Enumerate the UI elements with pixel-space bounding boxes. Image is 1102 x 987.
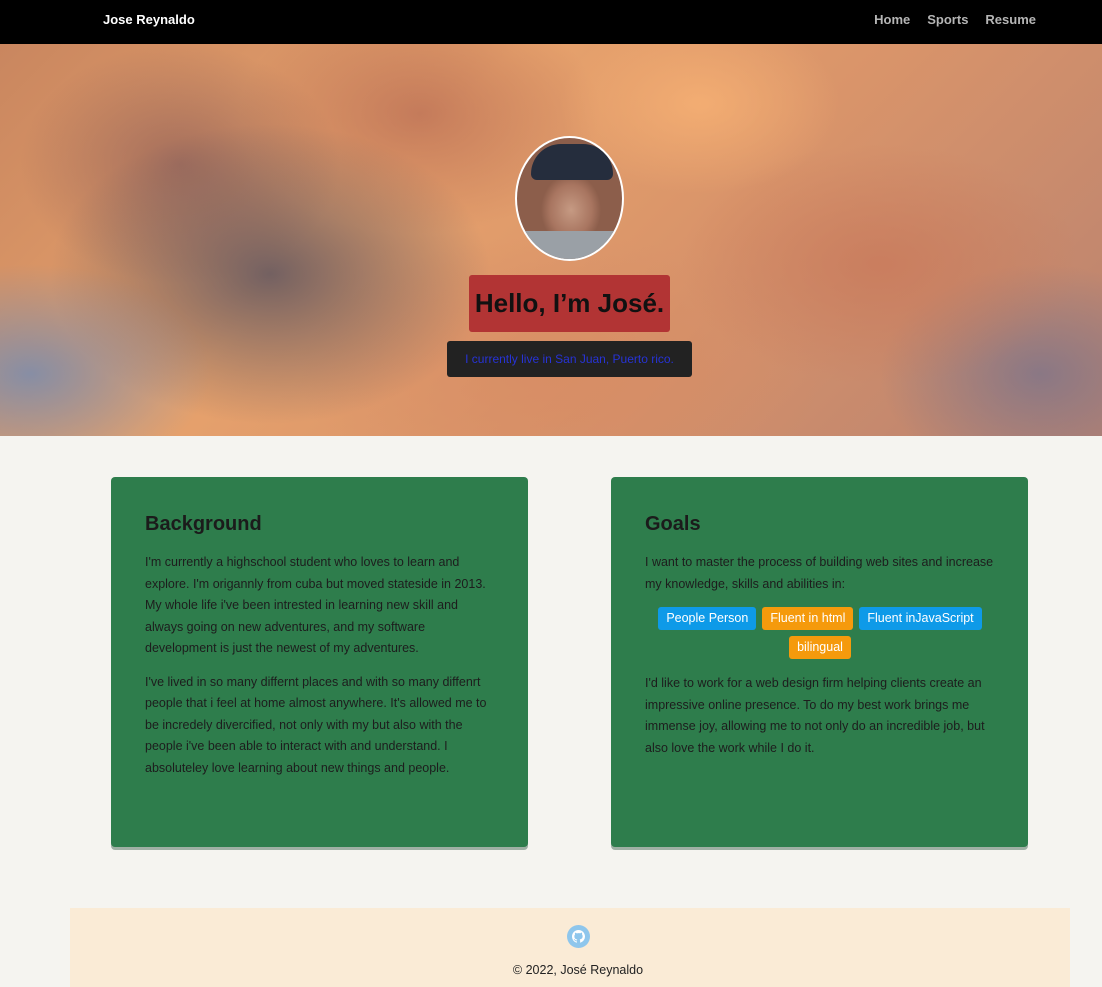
goals-intro: I want to master the process of building… <box>645 555 994 591</box>
profile-avatar <box>515 136 624 261</box>
copyright-text: © 2022, José Reynaldo <box>512 963 644 977</box>
avatar-cap <box>531 144 613 180</box>
goals-card: Goals I want to master the process of bu… <box>611 477 1028 847</box>
skill-badge: Fluent in html <box>762 607 854 630</box>
nav-links: Home Sports Resume <box>874 12 1036 27</box>
background-paragraph-1: I'm currently a highschool student who l… <box>145 555 486 655</box>
background-paragraph-2: I've lived in so many differnt places an… <box>145 674 487 775</box>
skill-badges: People Person Fluent in html Fluent inJa… <box>645 607 995 659</box>
footer: © 2022, José Reynaldo <box>70 908 1070 987</box>
skill-badge: Fluent inJavaScript <box>859 607 982 630</box>
skill-badge: bilingual <box>789 636 851 659</box>
navbar: Jose Reynaldo Home Sports Resume <box>0 0 1102 44</box>
background-heading: Background <box>145 513 262 535</box>
hero-subtitle: I currently live in San Juan, Puerto ric… <box>447 341 692 377</box>
skill-badge: People Person <box>658 607 757 630</box>
brand-link[interactable]: Jose Reynaldo <box>103 12 195 27</box>
nav-link-home[interactable]: Home <box>874 12 910 27</box>
goals-heading: Goals <box>645 513 701 535</box>
background-card: Background I'm currently a highschool st… <box>111 477 528 847</box>
goals-outro: I'd like to work for a web design firm h… <box>645 676 985 755</box>
avatar-shirt <box>517 231 622 259</box>
nav-link-sports[interactable]: Sports <box>927 12 968 27</box>
github-icon[interactable] <box>567 925 590 948</box>
hero-title: Hello, I’m José. <box>469 275 670 332</box>
github-glyph <box>572 930 585 943</box>
hero-section: Hello, I’m José. I currently live in San… <box>0 44 1102 436</box>
nav-link-resume[interactable]: Resume <box>985 12 1036 27</box>
